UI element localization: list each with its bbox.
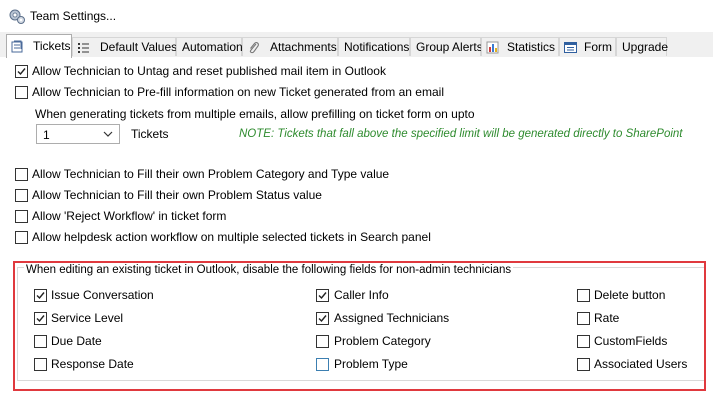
untag-label: Allow Technician to Untag and reset publ…	[32, 64, 386, 78]
ticket-count-value: 1	[43, 128, 50, 142]
ticket-count-select[interactable]: 1	[36, 124, 120, 144]
check-icon	[17, 68, 26, 76]
prefill-checkbox[interactable]	[15, 86, 28, 99]
tab-form[interactable]: Form	[559, 37, 616, 56]
multi-workflow-label: Allow helpdesk action workflow on multip…	[32, 230, 431, 244]
reject-workflow-checkbox[interactable]	[15, 210, 28, 223]
ticket-limit-note: NOTE: Tickets that fall above the specif…	[239, 128, 683, 140]
fill-category-label: Allow Technician to Fill their own Probl…	[32, 167, 390, 181]
tab-label: Automation	[182, 40, 243, 54]
tab-notifications[interactable]: Notifications	[338, 37, 410, 56]
fill-status-label: Allow Technician to Fill their own Probl…	[32, 188, 322, 202]
tab-tickets[interactable]: Tickets	[6, 34, 72, 58]
tab-strip: Tickets Default Values Automation Attach…	[0, 32, 713, 58]
tab-label: Statistics	[507, 40, 556, 54]
tab-automation[interactable]: Automation	[176, 37, 243, 56]
ticket-count-unit: Tickets	[131, 127, 169, 141]
tab-label: Upgrade	[622, 40, 669, 54]
tab-label: Attachments	[270, 40, 337, 54]
tab-group-alerts[interactable]: Group Alerts	[410, 37, 483, 56]
reject-workflow-label: Allow 'Reject Workflow' in ticket form	[32, 209, 227, 223]
tab-statistics[interactable]: Statistics	[481, 37, 559, 56]
chevron-down-icon	[103, 131, 113, 137]
tab-attachments[interactable]: Attachments	[242, 37, 338, 56]
window-title: Team Settings...	[30, 9, 117, 23]
tab-label: Default Values	[100, 40, 178, 54]
settings-gears-icon	[9, 9, 25, 24]
highlight-box	[13, 261, 706, 391]
tab-label: Form	[584, 40, 612, 54]
tab-label: Group Alerts	[416, 40, 483, 54]
form-icon	[564, 42, 577, 53]
prefill-hint: When generating tickets from multiple em…	[35, 107, 475, 121]
bar-chart-icon	[486, 41, 499, 54]
tab-upgrade[interactable]: Upgrade	[616, 37, 669, 56]
tab-default-values[interactable]: Default Values	[72, 37, 178, 56]
title-bar: Team Settings...	[0, 0, 713, 32]
list-icon	[78, 43, 89, 53]
prefill-label: Allow Technician to Pre-fill information…	[32, 85, 444, 99]
paperclip-icon	[249, 42, 259, 54]
untag-checkbox[interactable]	[15, 65, 28, 78]
ticket-icon	[11, 40, 23, 53]
fill-status-checkbox[interactable]	[15, 189, 28, 202]
tab-label: Notifications	[344, 40, 410, 54]
multi-workflow-checkbox[interactable]	[15, 231, 28, 244]
tab-label: Tickets	[33, 39, 71, 53]
fill-category-checkbox[interactable]	[15, 168, 28, 181]
